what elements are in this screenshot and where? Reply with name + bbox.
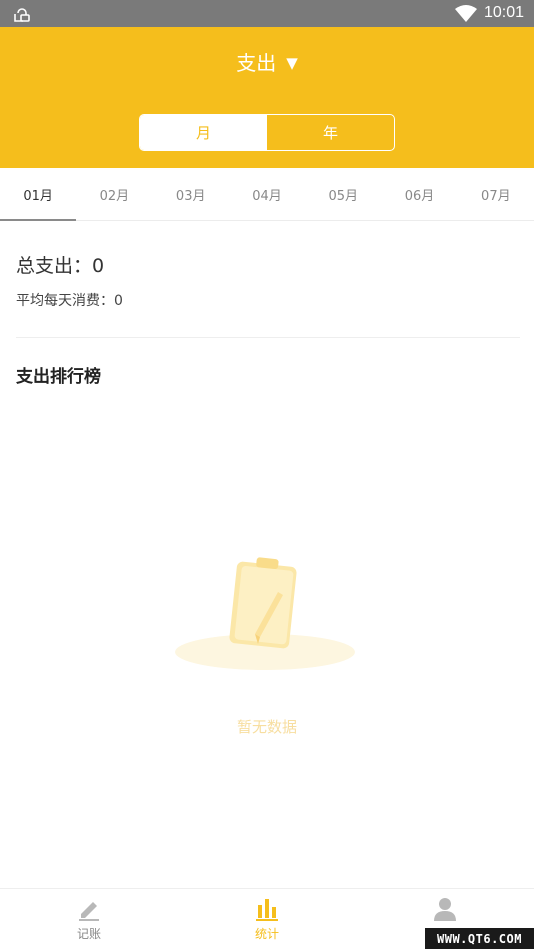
nav-statistics-label: 统计	[254, 927, 279, 941]
tab-month-06[interactable]: 06月	[381, 168, 457, 220]
ranking-title: 支出排行榜	[16, 367, 101, 387]
nav-bookkeeping-label: 记账	[76, 927, 101, 941]
user-icon	[434, 898, 456, 921]
pencil-icon	[79, 902, 99, 921]
tab-month-05[interactable]: 05月	[305, 168, 381, 220]
tab-month-03[interactable]: 03月	[153, 168, 229, 220]
status-time: 10:01	[484, 4, 525, 21]
empty-state-text: 暂无数据	[236, 718, 297, 736]
bar-chart-icon	[256, 899, 278, 921]
tab-month-02[interactable]: 02月	[76, 168, 152, 220]
tab-month-01[interactable]: 01月	[0, 168, 77, 221]
daily-average: 平均每天消费：0	[16, 290, 123, 310]
daily-average-value: 0	[114, 293, 123, 309]
app-notification-icon	[14, 8, 30, 22]
daily-average-label: 平均每天消费：	[16, 293, 114, 309]
nav-bookkeeping[interactable]: 记账	[0, 889, 178, 950]
tab-month-07[interactable]: 07月	[458, 168, 534, 220]
total-expense: 总支出：0	[16, 251, 104, 278]
header: 支出 ▼ 月 年	[0, 27, 534, 168]
segment-year[interactable]: 年	[267, 115, 394, 150]
total-expense-value: 0	[92, 255, 105, 277]
month-tabs: 01月 02月 03月 04月 05月 06月 07月	[0, 168, 534, 221]
expense-type-label: 支出	[236, 51, 277, 75]
empty-clipboard-icon	[175, 557, 355, 670]
caret-down-icon: ▼	[286, 54, 298, 72]
period-segment-control: 月 年	[139, 114, 395, 151]
expense-type-dropdown[interactable]: 支出 ▼	[0, 47, 534, 76]
segment-month[interactable]: 月	[140, 115, 267, 150]
nav-statistics[interactable]: 统计	[178, 889, 356, 950]
status-bar: 10:01	[0, 0, 534, 27]
watermark: WWW.QT6.COM	[425, 928, 534, 949]
total-expense-label: 总支出：	[16, 255, 93, 277]
tab-month-04[interactable]: 04月	[229, 168, 305, 220]
wifi-icon	[455, 5, 477, 22]
divider	[16, 337, 520, 338]
